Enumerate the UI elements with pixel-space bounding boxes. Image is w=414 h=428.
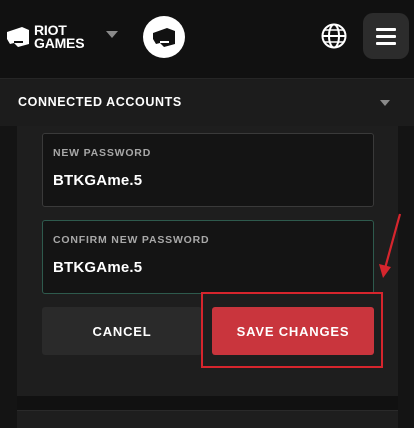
cancel-button[interactable]: CANCEL: [42, 307, 202, 355]
hamburger-menu-button[interactable]: [363, 13, 409, 59]
caret-down-icon[interactable]: [106, 30, 118, 40]
riot-client-fist-icon: [153, 28, 175, 47]
confirm-password-field[interactable]: CONFIRM NEW PASSWORD BTKGAme.5: [42, 220, 374, 294]
annotation-highlight-box: [201, 292, 383, 368]
riot-fist-icon: [7, 27, 29, 47]
confirm-password-value[interactable]: BTKGAme.5: [53, 259, 142, 276]
connected-accounts-header[interactable]: CONNECTED ACCOUNTS: [0, 78, 414, 126]
red-arrow: [379, 213, 402, 278]
confirm-password-label: CONFIRM NEW PASSWORD: [53, 234, 210, 246]
hamburger-menu-icon: [376, 28, 396, 45]
new-password-field[interactable]: NEW PASSWORD BTKGAme.5: [42, 133, 374, 207]
brand-line-2: GAMES: [34, 35, 85, 51]
new-password-value[interactable]: BTKGAme.5: [53, 172, 142, 189]
brand-wordmark: RIOT GAMES: [34, 23, 85, 51]
globe-icon[interactable]: [320, 22, 348, 50]
top-navigation-bar: RIOT GAMES: [0, 0, 414, 78]
section-title: CONNECTED ACCOUNTS: [18, 95, 182, 109]
next-panel-edge: [17, 410, 398, 428]
caret-down-icon: [380, 100, 390, 106]
riot-client-button[interactable]: [143, 16, 185, 58]
page-gutter-left: [0, 126, 17, 428]
new-password-label: NEW PASSWORD: [53, 147, 152, 159]
riot-games-logo[interactable]: RIOT GAMES: [5, 22, 95, 52]
